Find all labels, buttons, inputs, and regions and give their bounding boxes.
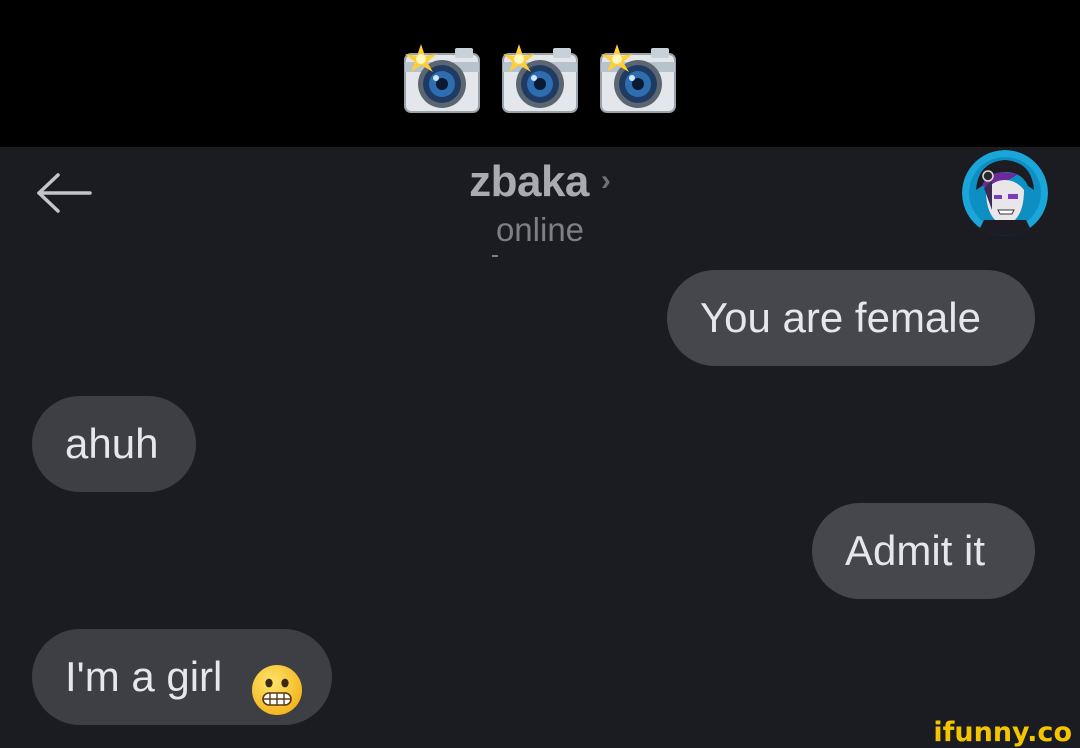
camera-flash-icon bbox=[403, 44, 481, 114]
status-divider bbox=[492, 255, 498, 257]
ifunny-watermark: ifunny.co bbox=[933, 717, 1072, 748]
message-text: ahuh bbox=[65, 420, 159, 467]
outgoing-message-bubble[interactable]: You are female bbox=[667, 270, 1035, 366]
incoming-message-bubble[interactable]: I'm a girl bbox=[32, 629, 332, 725]
grimacing-face-icon bbox=[251, 654, 303, 715]
camera-flash-icon bbox=[599, 44, 677, 114]
meme-screenshot: zbaka › online You are female ahuh Admit… bbox=[0, 0, 1080, 748]
contact-name[interactable]: zbaka bbox=[469, 157, 589, 207]
contact-title[interactable]: zbaka › bbox=[0, 157, 1080, 207]
caption-band bbox=[0, 0, 1080, 147]
outgoing-message-bubble[interactable]: Admit it bbox=[812, 503, 1035, 599]
message-text: I'm a girl bbox=[65, 653, 223, 700]
camera-emoji-row bbox=[0, 44, 1080, 114]
chevron-right-icon[interactable]: › bbox=[601, 164, 611, 198]
camera-flash-icon bbox=[501, 44, 579, 114]
incoming-message-bubble[interactable]: ahuh bbox=[32, 396, 196, 492]
message-text: You are female bbox=[700, 294, 981, 341]
message-text: Admit it bbox=[845, 527, 986, 574]
chat-header: zbaka › online bbox=[0, 147, 1080, 257]
avatar-icon[interactable] bbox=[962, 150, 1048, 236]
contact-status: online bbox=[495, 211, 585, 248]
